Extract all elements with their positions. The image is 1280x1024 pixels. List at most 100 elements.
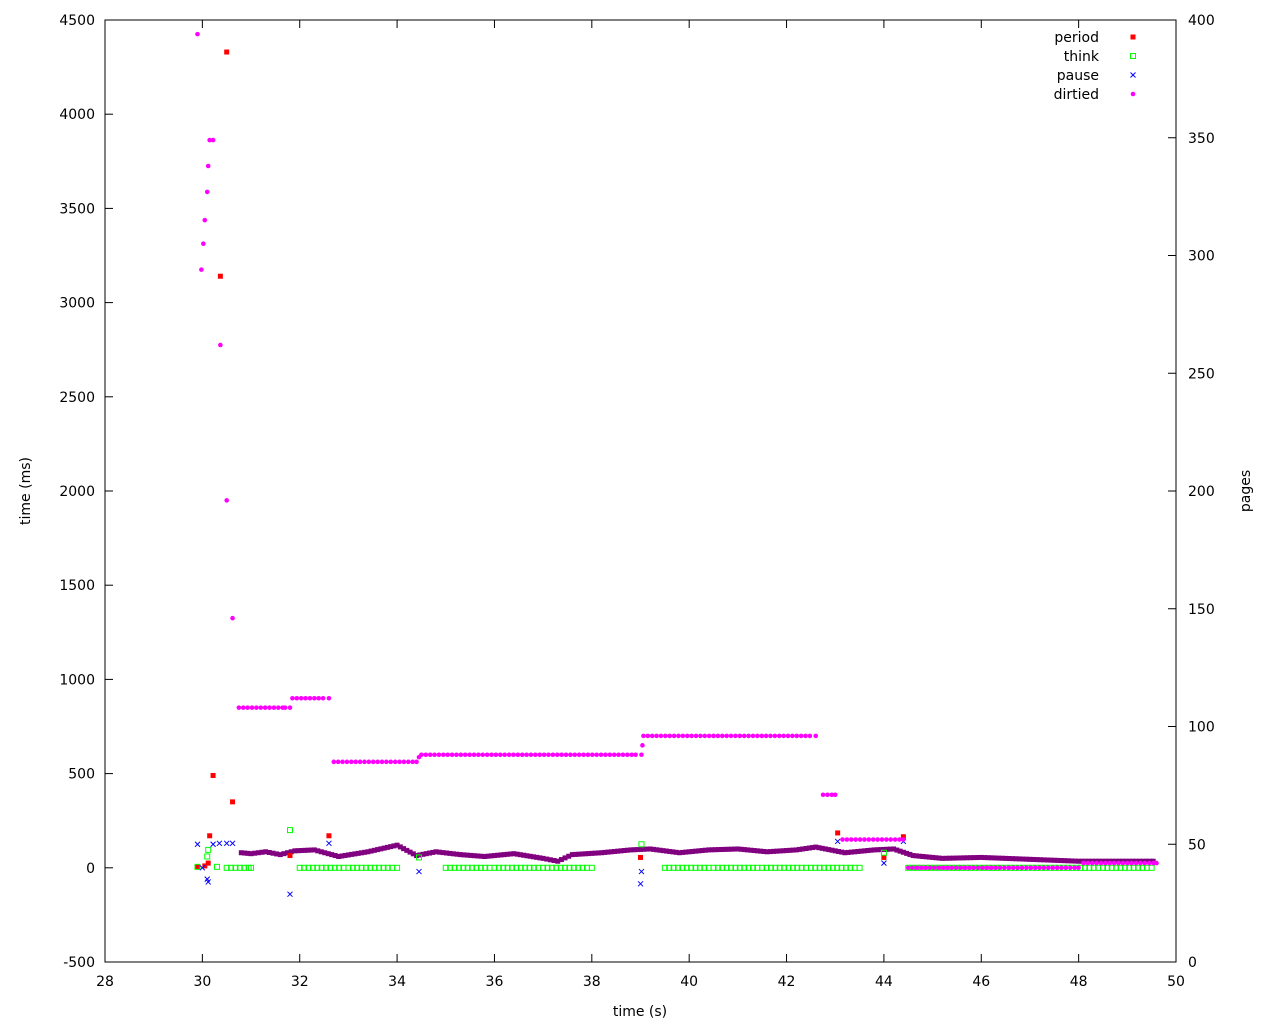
data-point-dirtied [820, 792, 826, 798]
x-tick-label: 34 [388, 974, 406, 990]
y2-axis-title: pages [1238, 470, 1254, 512]
data-point-dirtied [776, 733, 782, 739]
data-point-think [213, 863, 220, 870]
data-point-dirtied [640, 743, 645, 748]
data-point-dirtied [594, 752, 599, 758]
data-point-dirtied [205, 163, 211, 169]
data-point-dirtied [454, 752, 459, 758]
y-tick-label: 1500 [59, 578, 95, 594]
data-point-dirtied [1125, 860, 1130, 866]
ticks [104, 19, 1177, 963]
data-point-dirtied [763, 733, 769, 739]
data-point-dirtied [803, 733, 808, 739]
data-point-think [856, 864, 863, 871]
data-point-dirtied [370, 759, 376, 765]
data-point-dirtied [1050, 865, 1056, 871]
data-point-dirtied [449, 752, 455, 758]
data-point-dirtied [1037, 865, 1042, 871]
x-axis-title: time (s) [613, 1004, 667, 1020]
data-point-dirtied [271, 705, 277, 710]
data-point-dirtied [1024, 865, 1029, 871]
data-point-dirtied [914, 865, 920, 871]
data-point-dirtied [388, 759, 394, 765]
data-point-pause [287, 891, 293, 898]
data-point-dirtied [414, 759, 419, 765]
data-point-dirtied [633, 752, 638, 758]
data-point-dirtied [919, 865, 924, 871]
data-point-dirtied [590, 752, 595, 758]
data-point-dirtied [1111, 860, 1117, 866]
data-point-dirtied [741, 733, 747, 739]
data-point-dirtied [276, 705, 281, 710]
data-point-pause [229, 840, 236, 847]
data-point-dirtied [1116, 860, 1121, 866]
data-point-dirtied [1085, 860, 1091, 866]
data-point-dirtied [654, 733, 659, 739]
data-point-dirtied [572, 752, 578, 758]
data-point-dirtied [384, 759, 389, 765]
x-tick-label: 28 [96, 974, 114, 990]
data-point-dirtied [267, 705, 272, 710]
data-point-dirtied [663, 733, 668, 739]
data-point-dirtied [1098, 860, 1104, 866]
data-point-dirtied [230, 615, 235, 621]
data-point-dirtied [984, 865, 990, 871]
data-point-dirtied [1006, 865, 1012, 871]
data-point-period [205, 860, 211, 866]
data-point-dirtied [303, 695, 308, 701]
data-point-dirtied [405, 759, 411, 765]
data-point-dirtied [932, 865, 937, 871]
data-point-dirtied [825, 792, 830, 798]
legend: period think pause dirtied [1054, 30, 1136, 103]
data-point-dirtied [511, 752, 516, 758]
y-axis-title: time (ms) [18, 457, 34, 525]
data-point-dirtied [945, 865, 950, 871]
data-point-dirtied [218, 342, 223, 348]
data-point-dirtied [357, 759, 363, 765]
data-point-dirtied [506, 752, 512, 758]
data-point-dirtied [375, 759, 380, 765]
data-point-dirtied [901, 837, 906, 842]
data-point-dirtied [875, 837, 880, 842]
data-point-dirtied [1011, 865, 1016, 871]
data-point-dirtied [195, 31, 200, 37]
data-point-pause [637, 880, 644, 887]
y-tick-label: 2000 [59, 484, 95, 500]
data-point-dirtied [971, 865, 977, 871]
data-point-dirtied [581, 752, 586, 758]
series-dirtied [195, 31, 1159, 871]
data-point-period [210, 772, 216, 778]
data-point-dirtied [533, 752, 538, 758]
y2-tick-label: 350 [1188, 131, 1215, 147]
data-point-dirtied [210, 137, 216, 143]
data-point-dirtied [546, 752, 551, 758]
data-point-period [638, 854, 643, 860]
data-point-dirtied [958, 865, 964, 871]
data-point-dirtied [1028, 865, 1034, 871]
data-point-dirtied [1076, 865, 1081, 871]
data-point-think [638, 841, 645, 848]
data-point-pause [326, 840, 332, 847]
data-point-dirtied [1103, 860, 1108, 866]
data-point-dirtied [362, 759, 367, 765]
data-point-pause [416, 868, 422, 875]
data-point-dirtied [645, 733, 651, 739]
data-point-dirtied [989, 865, 994, 871]
y-tick-label: -500 [63, 955, 95, 971]
data-point-pause [834, 838, 841, 845]
data-point-dirtied [781, 733, 786, 739]
data-point-dirtied [307, 695, 313, 701]
data-point-dirtied [201, 241, 206, 247]
data-point-dirtied [667, 733, 673, 739]
legend-marker-think [1130, 53, 1136, 59]
data-point-dirtied [1081, 860, 1086, 866]
data-point-dirtied [519, 752, 525, 758]
data-point-dirtied [204, 189, 210, 195]
legend-marker-period [1130, 34, 1136, 40]
data-point-dirtied [497, 752, 503, 758]
data-point-dirtied [607, 752, 613, 758]
data-point-dirtied [515, 752, 521, 758]
data-point-dirtied [320, 695, 326, 701]
data-point-dirtied [445, 752, 451, 758]
data-point-dirtied [432, 752, 437, 758]
